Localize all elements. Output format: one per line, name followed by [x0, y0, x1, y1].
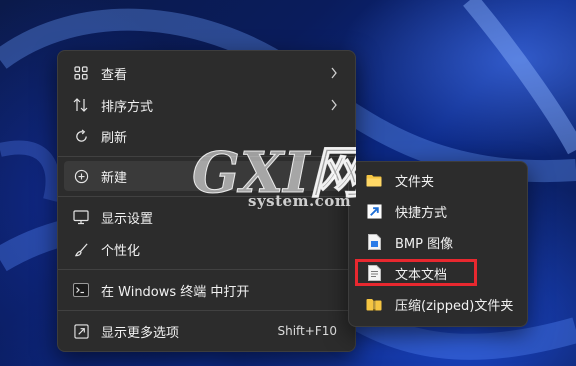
menu-item-sort[interactable]: 排序方式 [64, 90, 349, 120]
menu-item-label: 个性化 [101, 243, 141, 259]
monitor-icon [72, 208, 90, 226]
menu-item-more-options[interactable]: 显示更多选项 Shift+F10 [64, 316, 349, 346]
watermark-text: system.com [248, 192, 352, 210]
more-options-icon [72, 322, 90, 340]
folder-icon [365, 171, 383, 189]
submenu-item-label: 压缩(zipped)文件夹 [395, 298, 514, 314]
menu-item-label: 排序方式 [101, 99, 154, 115]
shortcut-text: Shift+F10 [277, 324, 337, 338]
menu-item-label: 在 Windows 终端 中打开 [101, 284, 250, 300]
chevron-right-icon [327, 99, 341, 111]
brush-icon [72, 240, 90, 258]
terminal-icon [72, 281, 90, 299]
submenu-item-label: 快捷方式 [395, 205, 448, 221]
submenu-item-bmp-image[interactable]: BMP 图像 [355, 228, 521, 256]
submenu-item-zip-folder[interactable]: 压缩(zipped)文件夹 [355, 290, 521, 318]
chevron-right-icon [327, 67, 341, 79]
highlight-box [355, 259, 477, 286]
menu-item-label: 查看 [101, 67, 128, 83]
menu-separator [58, 269, 355, 270]
menu-item-open-terminal[interactable]: 在 Windows 终端 中打开 [64, 275, 349, 305]
menu-item-view[interactable]: 查看 [64, 58, 349, 88]
submenu-item-label: 文件夹 [395, 174, 435, 190]
bmp-image-icon [365, 233, 383, 251]
sort-icon [72, 96, 90, 114]
refresh-icon [72, 127, 90, 145]
submenu-item-label: BMP 图像 [395, 236, 454, 252]
shortcut-icon [365, 202, 383, 220]
plus-circle-icon [72, 167, 90, 185]
menu-item-label: 显示更多选项 [101, 325, 180, 341]
zip-folder-icon [365, 295, 383, 313]
new-submenu: 文件夹 快捷方式 BMP 图像 文本文档 压缩(zipped)文件夹 [348, 161, 528, 327]
menu-item-personalize[interactable]: 个性化 [64, 234, 349, 264]
grid-icon [72, 64, 90, 82]
submenu-item-folder[interactable]: 文件夹 [355, 166, 521, 194]
menu-separator [58, 310, 355, 311]
submenu-item-shortcut[interactable]: 快捷方式 [355, 197, 521, 225]
